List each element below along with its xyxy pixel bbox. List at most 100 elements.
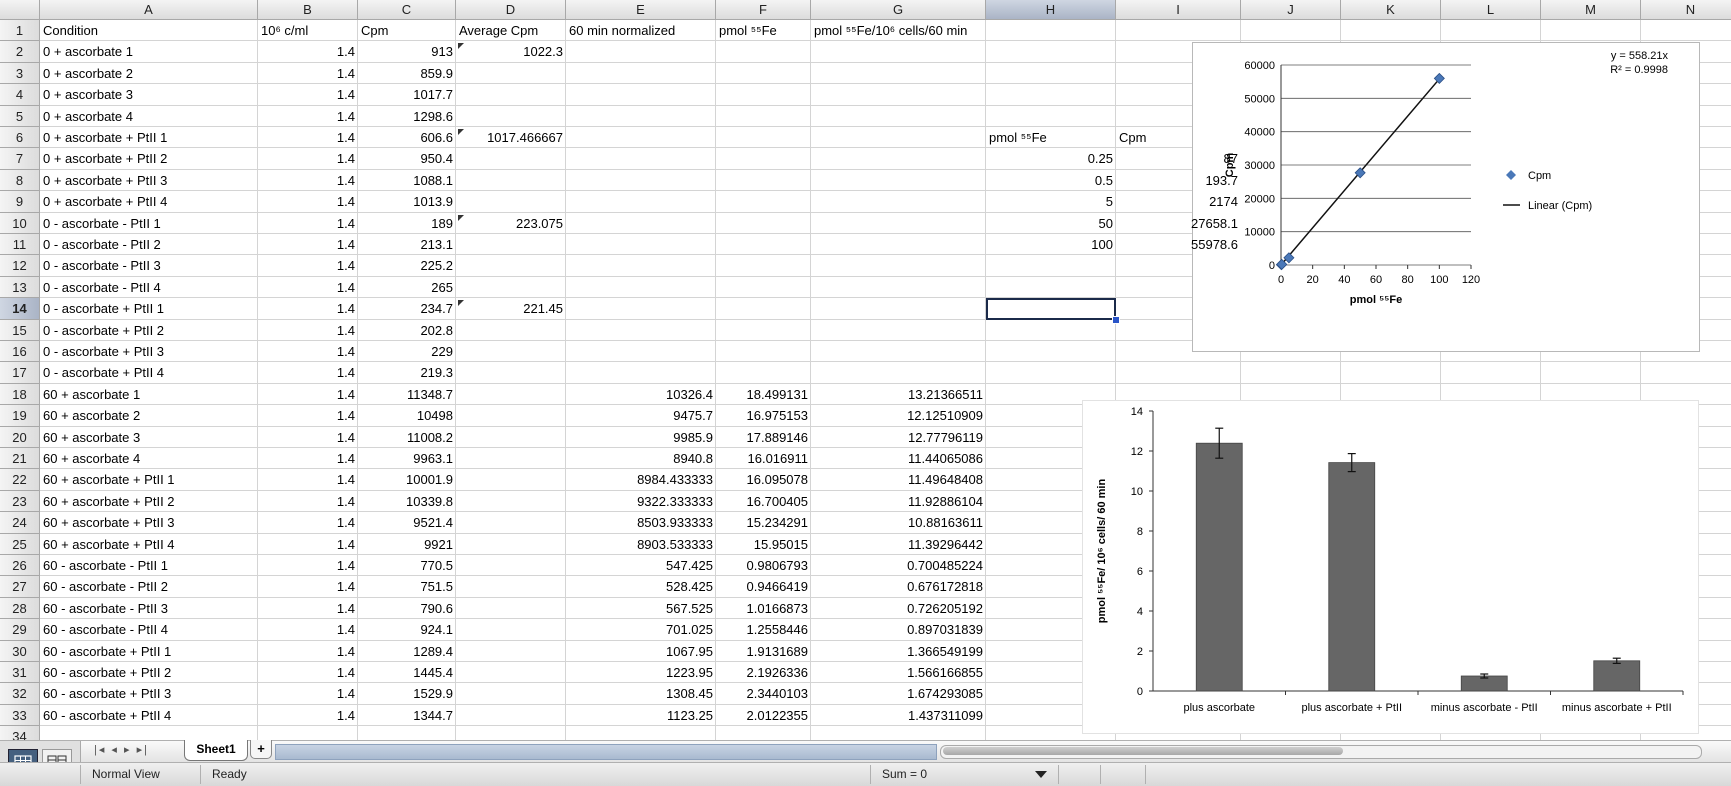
cell-d22[interactable]: [456, 469, 566, 491]
column-header-n[interactable]: N: [1641, 0, 1731, 20]
cell-c34[interactable]: [358, 726, 456, 740]
row-header-20[interactable]: 20: [0, 426, 40, 448]
row-header-4[interactable]: 4: [0, 84, 40, 106]
cell-g10[interactable]: [811, 212, 986, 234]
cell-f16[interactable]: [716, 341, 811, 363]
comment-indicator-icon[interactable]: [458, 214, 464, 221]
row-header-19[interactable]: 19: [0, 405, 40, 427]
comment-indicator-icon[interactable]: [458, 300, 464, 307]
sheet-nav-arrows[interactable]: |◂ ◂ ▸ ▸|: [94, 743, 149, 756]
cell-e10[interactable]: [566, 212, 716, 234]
cell-d25[interactable]: [456, 533, 566, 555]
row-header-30[interactable]: 30: [0, 640, 40, 662]
cell-f5[interactable]: [716, 105, 811, 127]
row-header-24[interactable]: 24: [0, 512, 40, 534]
cell-e4[interactable]: [566, 84, 716, 106]
cell-d21[interactable]: [456, 448, 566, 470]
cell-g17[interactable]: [811, 362, 986, 384]
sum-readout[interactable]: Sum = 0: [882, 767, 927, 781]
cell-f3[interactable]: [716, 62, 811, 85]
cell-d13[interactable]: [456, 276, 566, 299]
cell-e7[interactable]: [566, 148, 716, 170]
cell-g15[interactable]: [811, 319, 986, 341]
row-header-1[interactable]: 1: [0, 20, 40, 42]
cell-h16[interactable]: [986, 341, 1116, 363]
cell-h4[interactable]: [986, 84, 1116, 106]
cell-g34[interactable]: [811, 726, 986, 740]
cell-d33[interactable]: [456, 704, 566, 727]
cell-f6[interactable]: [716, 127, 811, 149]
column-header-g[interactable]: G: [811, 0, 986, 20]
row-header-2[interactable]: 2: [0, 41, 40, 63]
cell-d9[interactable]: [456, 191, 566, 213]
column-header-i[interactable]: I: [1116, 0, 1241, 20]
cell-e2[interactable]: [566, 41, 716, 63]
row-header-31[interactable]: 31: [0, 662, 40, 684]
row-header-10[interactable]: 10: [0, 212, 40, 234]
row-header-33[interactable]: 33: [0, 704, 40, 727]
cell-f10[interactable]: [716, 212, 811, 234]
column-header-j[interactable]: J: [1241, 0, 1341, 20]
cell-i1[interactable]: [1116, 20, 1241, 42]
add-sheet-button[interactable]: +: [250, 740, 272, 759]
row-header-3[interactable]: 3: [0, 62, 40, 85]
row-header-12[interactable]: 12: [0, 255, 40, 277]
cell-f8[interactable]: [716, 169, 811, 192]
cell-d3[interactable]: [456, 62, 566, 85]
cell-f7[interactable]: [716, 148, 811, 170]
uptake-bar-chart[interactable]: 0 2 4 6 8 10 12 14 plus ascorbate plus ascorbate …: [1082, 400, 1699, 734]
row-header-25[interactable]: 25: [0, 533, 40, 555]
row-header-32[interactable]: 32: [0, 683, 40, 705]
cell-n17[interactable]: [1641, 362, 1731, 384]
cell-h1[interactable]: [986, 20, 1116, 42]
cell-k17[interactable]: [1341, 362, 1441, 384]
column-header-c[interactable]: C: [358, 0, 456, 20]
cell-e12[interactable]: [566, 255, 716, 277]
cell-g4[interactable]: [811, 84, 986, 106]
cell-g14[interactable]: [811, 298, 986, 320]
cell-h12[interactable]: [986, 255, 1116, 277]
cell-g7[interactable]: [811, 148, 986, 170]
cell-f4[interactable]: [716, 84, 811, 106]
cell-d27[interactable]: [456, 576, 566, 598]
cell-n1[interactable]: [1641, 20, 1731, 42]
column-header-b[interactable]: B: [258, 0, 358, 20]
cell-l1[interactable]: [1441, 20, 1541, 42]
cell-f11[interactable]: [716, 234, 811, 256]
cell-d19[interactable]: [456, 405, 566, 427]
cell-d23[interactable]: [456, 490, 566, 513]
cell-d28[interactable]: [456, 597, 566, 620]
cell-d30[interactable]: [456, 640, 566, 662]
cell-f17[interactable]: [716, 362, 811, 384]
row-header-22[interactable]: 22: [0, 469, 40, 491]
cell-e15[interactable]: [566, 319, 716, 341]
cell-k1[interactable]: [1341, 20, 1441, 42]
cell-e13[interactable]: [566, 276, 716, 299]
cell-e9[interactable]: [566, 191, 716, 213]
cell-e34[interactable]: [566, 726, 716, 740]
column-header-f[interactable]: F: [716, 0, 811, 20]
row-header-7[interactable]: 7: [0, 148, 40, 170]
cell-h2[interactable]: [986, 41, 1116, 63]
cell-f13[interactable]: [716, 276, 811, 299]
cell-m17[interactable]: [1541, 362, 1641, 384]
cell-e14[interactable]: [566, 298, 716, 320]
cell-g16[interactable]: [811, 341, 986, 363]
row-header-17[interactable]: 17: [0, 362, 40, 384]
cell-l17[interactable]: [1441, 362, 1541, 384]
cell-g3[interactable]: [811, 62, 986, 85]
column-header-a[interactable]: A: [40, 0, 258, 20]
row-header-27[interactable]: 27: [0, 576, 40, 598]
cell-d8[interactable]: [456, 169, 566, 192]
cell-f9[interactable]: [716, 191, 811, 213]
row-header-8[interactable]: 8: [0, 169, 40, 192]
row-header-15[interactable]: 15: [0, 319, 40, 341]
row-header-14[interactable]: 14: [0, 298, 40, 320]
cell-d31[interactable]: [456, 662, 566, 684]
cell-d15[interactable]: [456, 319, 566, 341]
cell-f34[interactable]: [716, 726, 811, 740]
column-header-m[interactable]: M: [1541, 0, 1641, 20]
cell-d26[interactable]: [456, 555, 566, 577]
fill-handle[interactable]: [1112, 315, 1120, 324]
cell-d17[interactable]: [456, 362, 566, 384]
